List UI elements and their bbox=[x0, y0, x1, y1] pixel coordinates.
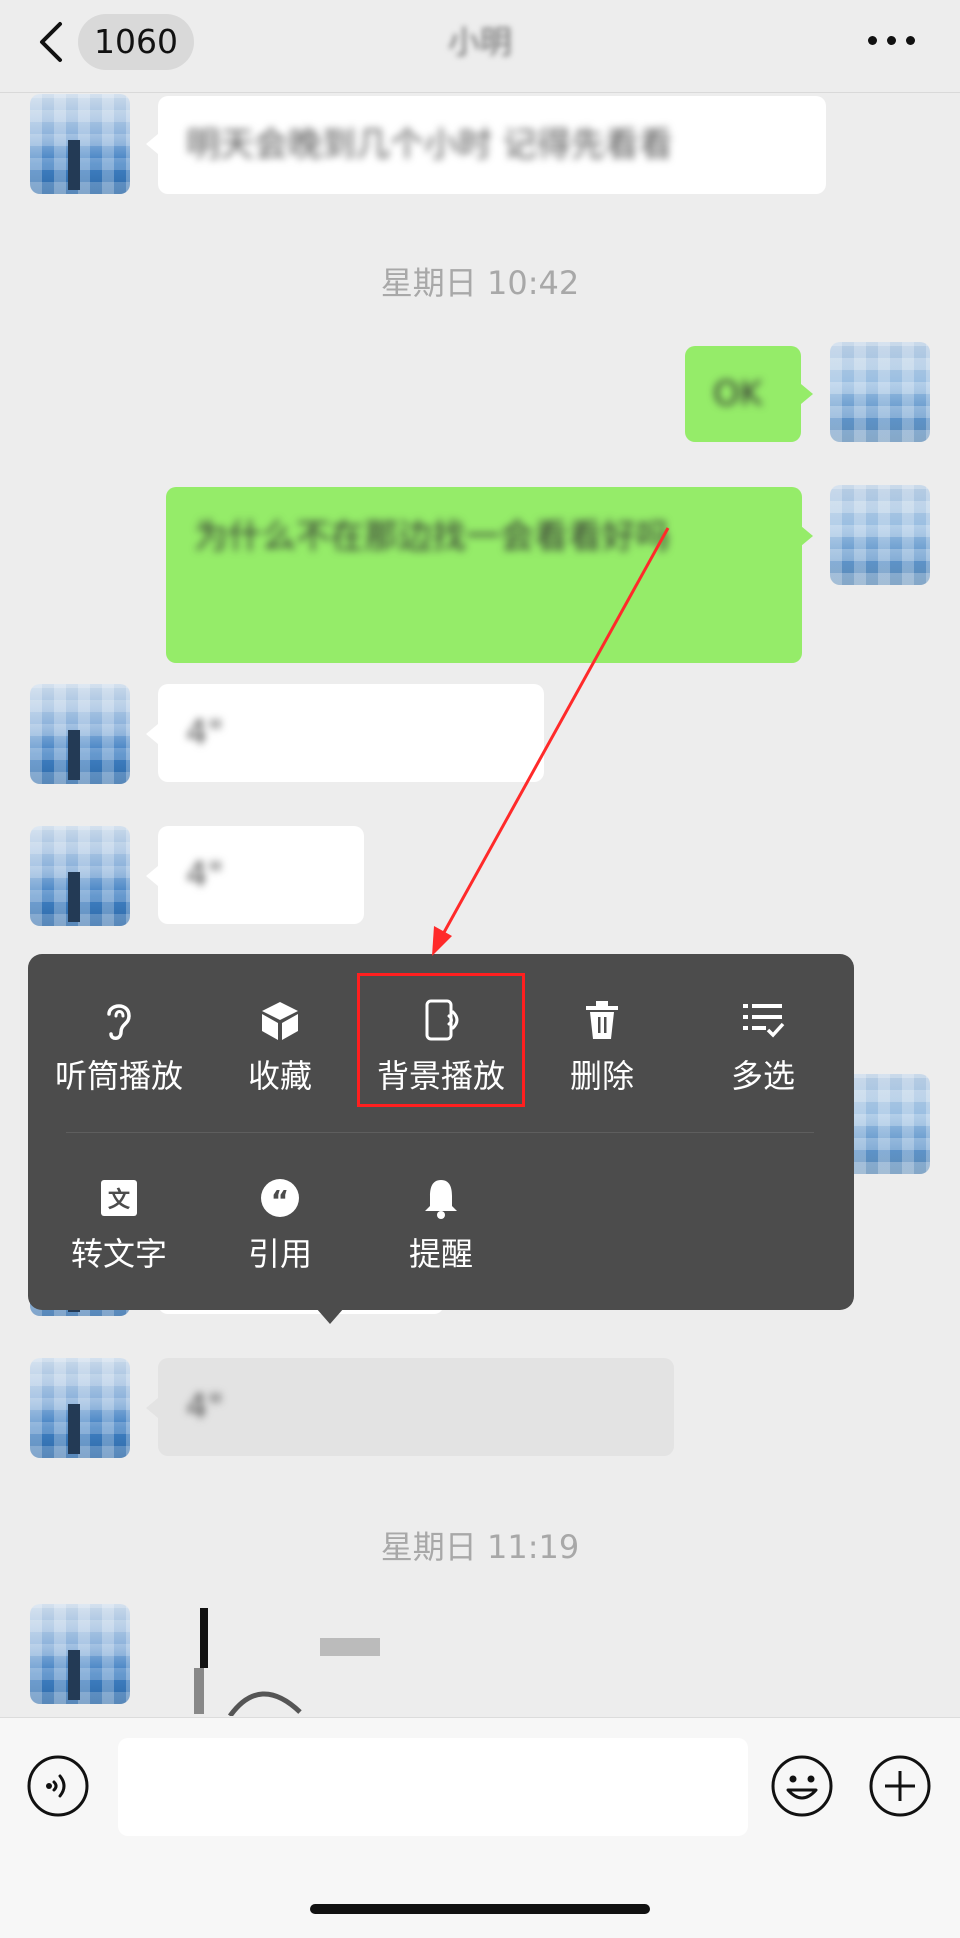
timestamp: 星期日 11:19 bbox=[380, 1528, 580, 1566]
checklist-icon bbox=[743, 1004, 785, 1038]
bell-icon bbox=[425, 1180, 457, 1219]
annotation-arrow bbox=[432, 527, 670, 956]
bubble-tail bbox=[146, 134, 158, 154]
my-avatar[interactable] bbox=[830, 485, 930, 585]
menu-item-label: 多选 bbox=[730, 1057, 795, 1095]
selected-voice-message-bubble[interactable]: 4" bbox=[158, 1358, 674, 1456]
bubble-tail bbox=[146, 724, 158, 744]
voice-duration: 4" bbox=[186, 855, 224, 895]
svg-text:文: 文 bbox=[108, 1187, 131, 1213]
plus-icon[interactable] bbox=[868, 1754, 932, 1818]
menu-item-label: 引用 bbox=[247, 1235, 312, 1273]
message-text: 明天会晚到几个小时 记得先看看 bbox=[186, 125, 673, 165]
bubble-tail bbox=[801, 384, 813, 404]
home-indicator bbox=[310, 1904, 650, 1914]
chevron-left-icon[interactable] bbox=[34, 20, 70, 64]
contact-avatar[interactable] bbox=[30, 684, 130, 784]
quote-icon: “ bbox=[261, 1179, 299, 1217]
menu-item-label: 转文字 bbox=[70, 1235, 167, 1273]
contact-avatar[interactable] bbox=[30, 94, 130, 194]
menu-item-label: 提醒 bbox=[408, 1235, 473, 1273]
emoji-icon[interactable] bbox=[770, 1754, 834, 1818]
unread-count-badge[interactable]: 1060 bbox=[78, 14, 194, 70]
message-input[interactable] bbox=[118, 1738, 748, 1836]
menu-item-favorite[interactable]: 收藏 bbox=[200, 998, 360, 1096]
highlight-box bbox=[357, 973, 525, 1107]
voice-icon[interactable] bbox=[26, 1754, 90, 1818]
cube-icon bbox=[262, 1002, 298, 1040]
voice-message-bubble[interactable]: 4" bbox=[158, 826, 364, 924]
menu-item-label: 收藏 bbox=[247, 1057, 312, 1095]
menu-item-label: 删除 bbox=[569, 1057, 634, 1095]
chat-title: 小明 bbox=[447, 23, 512, 61]
message-bubble[interactable]: 明天会晚到几个小时 记得先看看 bbox=[158, 96, 826, 194]
my-avatar[interactable] bbox=[830, 342, 930, 442]
bubble-tail bbox=[146, 1398, 158, 1418]
menu-item-earpiece-play[interactable]: 听筒播放 bbox=[39, 998, 199, 1096]
message-text: OK bbox=[713, 374, 763, 414]
ear-icon bbox=[107, 1004, 131, 1040]
bubble-tail bbox=[801, 526, 813, 546]
trash-icon bbox=[586, 1001, 618, 1039]
menu-divider bbox=[66, 1132, 814, 1133]
menu-item-multi-select[interactable]: 多选 bbox=[683, 998, 843, 1096]
menu-item-quote[interactable]: “ 引用 bbox=[200, 1176, 360, 1274]
contact-avatar[interactable] bbox=[30, 826, 130, 926]
image-message[interactable] bbox=[190, 1604, 420, 1716]
timestamp: 星期日 10:42 bbox=[380, 264, 580, 302]
menu-item-to-text[interactable]: 文 转文字 bbox=[39, 1176, 199, 1274]
ellipsis-icon[interactable] bbox=[868, 36, 916, 50]
menu-item-delete[interactable]: 删除 bbox=[522, 998, 682, 1096]
menu-pointer bbox=[316, 1308, 344, 1324]
contact-avatar[interactable] bbox=[30, 1358, 130, 1458]
menu-item-label: 听筒播放 bbox=[54, 1057, 183, 1095]
voice-duration: 4" bbox=[186, 1387, 224, 1427]
message-bubble[interactable]: OK bbox=[685, 346, 801, 442]
menu-item-remind[interactable]: 提醒 bbox=[361, 1176, 521, 1274]
bubble-tail bbox=[146, 866, 158, 886]
contact-avatar[interactable] bbox=[30, 1604, 130, 1704]
text-convert-icon: 文 bbox=[101, 1180, 137, 1216]
svg-text:“: “ bbox=[271, 1184, 289, 1217]
